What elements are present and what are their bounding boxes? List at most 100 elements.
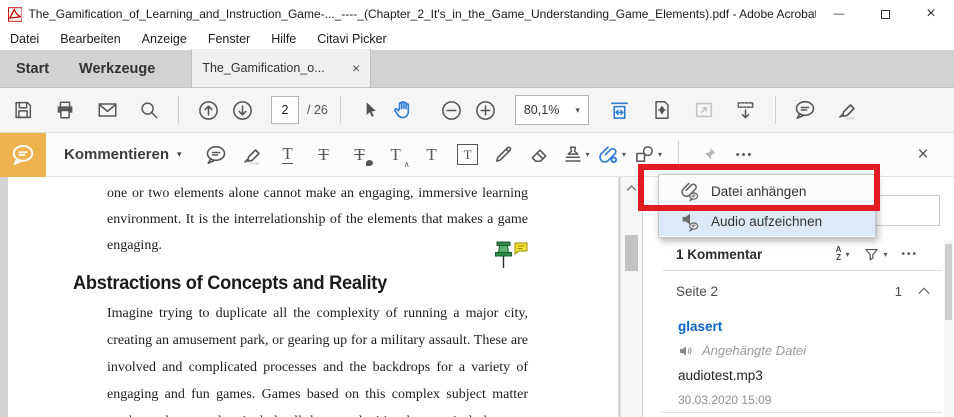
save-icon <box>12 99 34 121</box>
more-icon: ••• <box>736 149 754 161</box>
highlighter-icon <box>835 98 859 122</box>
fullscreen-icon <box>693 99 715 121</box>
print-icon <box>54 99 76 121</box>
tab-close-icon[interactable]: × <box>352 60 360 76</box>
toolbar-separator <box>340 96 341 124</box>
fit-width-button[interactable] <box>603 93 637 127</box>
attach-file-icon <box>679 180 701 202</box>
vertical-scrollbar[interactable] <box>620 177 642 417</box>
chevron-down-icon[interactable]: ▾ <box>177 149 182 160</box>
zoom-out-icon <box>440 99 463 122</box>
menu-fenster[interactable]: Fenster <box>208 32 250 46</box>
comment-tool-button[interactable] <box>788 93 822 127</box>
underline-text-icon: T <box>282 145 292 164</box>
attachment-annotation[interactable] <box>490 241 530 280</box>
search-button[interactable] <box>132 93 166 127</box>
comments-panel-header: 1 Kommentar AZ ▾ ▾ ••• <box>643 239 954 269</box>
menu-item-audio-aufzeichnen[interactable]: Audio aufzeichnen <box>659 206 875 236</box>
add-text-tool[interactable]: T <box>414 138 450 172</box>
comment-mode-tile[interactable] <box>0 133 46 177</box>
chevron-down-icon[interactable]: ▾ <box>845 250 849 259</box>
tab-werkzeuge[interactable]: Werkzeuge <box>63 61 169 87</box>
previous-page-button[interactable] <box>191 93 225 127</box>
minimize-button[interactable]: — <box>816 0 862 28</box>
tab-document[interactable]: The_Gamification_o... × <box>191 49 371 87</box>
fit-page-icon <box>651 99 673 121</box>
pencil-icon <box>492 143 515 166</box>
next-page-button[interactable] <box>225 93 259 127</box>
zoom-in-button[interactable] <box>469 93 503 127</box>
pin-toolbar-button[interactable] <box>691 138 727 172</box>
zoom-out-button[interactable] <box>435 93 469 127</box>
chevron-down-icon: ▾ <box>622 150 626 159</box>
tab-bar: Start Werkzeuge The_Gamification_o... × <box>0 50 954 88</box>
shapes-tool[interactable]: ▾ <box>630 138 666 172</box>
panel-scrollbar[interactable] <box>944 240 953 417</box>
comment-author: glasert <box>678 319 942 334</box>
sticky-note-tool[interactable] <box>198 138 234 172</box>
insert-caret-icon: ∧ <box>404 160 410 169</box>
comment-card[interactable]: glasert Angehängte Datei audiotest.mp3 3… <box>643 305 942 407</box>
divider <box>663 270 942 271</box>
attach-file-tool[interactable]: ▾ <box>594 138 630 172</box>
tab-document-label: The_Gamification_o... <box>202 61 346 75</box>
panel-options-icon[interactable]: ••• <box>901 249 918 260</box>
chevron-down-icon[interactable]: ▾ <box>883 250 887 259</box>
highlighter-icon <box>240 143 264 167</box>
erase-tool[interactable] <box>522 138 558 172</box>
draw-tool[interactable] <box>486 138 522 172</box>
text-box-tool[interactable]: T <box>450 138 486 172</box>
attachment-filename[interactable]: audiotest.mp3 <box>678 368 942 383</box>
scrollbar-thumb[interactable] <box>625 235 638 271</box>
cursor-icon <box>360 100 380 120</box>
title-bar: The_Gamification_of_Learning_and_Instruc… <box>0 0 954 28</box>
menu-datei[interactable]: Datei <box>10 32 39 46</box>
close-comment-toolbar-button[interactable]: × <box>908 144 938 166</box>
email-button[interactable] <box>90 93 124 127</box>
menu-item-datei-anhaengen[interactable]: Datei anhängen <box>659 176 875 206</box>
sort-icon[interactable]: AZ <box>836 246 842 262</box>
page-group-row[interactable]: Seite 2 1 <box>643 277 954 305</box>
save-button[interactable] <box>6 93 40 127</box>
panel-scrollbar-thumb[interactable] <box>945 244 952 320</box>
divider <box>661 412 942 413</box>
scroll-up-icon[interactable] <box>624 181 639 196</box>
menu-anzeige[interactable]: Anzeige <box>142 32 187 46</box>
stamp-icon <box>562 144 584 166</box>
comment-bubble-icon <box>793 98 817 122</box>
print-button[interactable] <box>48 93 82 127</box>
underline-text-tool[interactable]: T <box>270 138 306 172</box>
chevron-up-icon[interactable] <box>916 284 932 298</box>
filter-icon[interactable] <box>863 246 880 263</box>
tab-start[interactable]: Start <box>0 61 63 87</box>
maximize-button[interactable] <box>862 0 908 28</box>
more-options-button[interactable]: ••• <box>727 138 763 172</box>
menu-bearbeiten[interactable]: Bearbeiten <box>60 32 120 46</box>
search-icon <box>138 99 160 121</box>
pdf-page: one or two elements alone cannot make an… <box>8 177 618 417</box>
select-tool-button[interactable] <box>353 93 387 127</box>
menu-hilfe[interactable]: Hilfe <box>271 32 296 46</box>
fullscreen-button[interactable] <box>687 93 721 127</box>
hand-tool-button[interactable] <box>387 93 421 127</box>
insert-text-icon: T <box>390 146 400 163</box>
close-button[interactable]: × <box>908 0 954 28</box>
kommentieren-menu[interactable]: Kommentieren <box>64 146 169 163</box>
stamp-tool[interactable]: ▾ <box>558 138 594 172</box>
email-icon <box>96 99 119 121</box>
toolbar-menu-button[interactable] <box>729 93 763 127</box>
page-number-input[interactable]: 2 <box>271 96 299 124</box>
fit-page-button[interactable] <box>645 93 679 127</box>
zoom-level-select[interactable]: 80,1% ▾ <box>515 95 589 125</box>
strikethrough-text-tool[interactable]: T <box>306 138 342 172</box>
highlight-text-tool[interactable] <box>234 138 270 172</box>
insert-text-tool[interactable]: T∧ <box>378 138 414 172</box>
add-text-icon: T <box>426 146 436 163</box>
replace-text-tool[interactable]: T <box>342 138 378 172</box>
record-audio-icon <box>679 210 701 232</box>
comments-count-label: 1 Kommentar <box>676 247 836 262</box>
menu-citavi-picker[interactable]: Citavi Picker <box>317 32 386 46</box>
highlight-tool-button[interactable] <box>830 93 864 127</box>
fit-width-icon <box>608 99 631 122</box>
replace-bubble-icon <box>366 160 373 166</box>
